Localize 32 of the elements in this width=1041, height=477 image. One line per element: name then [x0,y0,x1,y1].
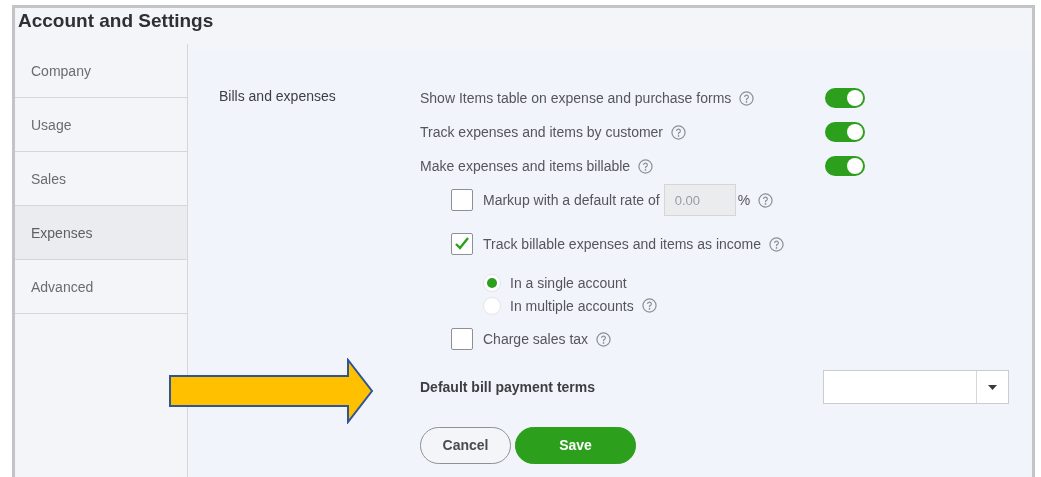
help-icon[interactable] [641,298,657,313]
help-icon[interactable] [769,236,785,252]
page-title: Account and Settings [18,10,215,33]
radio-label: In a single account [510,274,627,291]
toggle-switch[interactable] [825,122,865,142]
field-label: Default bill payment terms [420,379,596,395]
caret-icon [988,384,997,390]
help-icon[interactable] [671,124,687,140]
checkbox[interactable] [451,233,473,255]
checkbox-label: Markup with a default rate of [483,192,660,208]
checkbox[interactable] [451,328,473,350]
section-label: Bills and expenses [219,87,337,104]
setting-label: Make expenses and items billable [420,158,631,174]
toggle-switch[interactable] [825,156,865,176]
percent-sign: % [737,192,751,208]
save-button[interactable]: Save [515,426,636,464]
help-icon[interactable] [638,158,654,174]
checkbox-label: Track billable expenses and items as income [483,236,762,252]
radio-button[interactable] [483,296,501,315]
radio-label: In multiple accounts [510,297,634,314]
radio-button[interactable] [483,273,501,292]
checkbox[interactable] [451,189,473,211]
terms-dropdown[interactable] [823,370,1009,404]
checkbox-label: Charge sales tax [483,331,589,347]
help-icon[interactable] [596,331,612,347]
setting-label: Track expenses and items by customer [420,124,664,140]
help-icon[interactable] [739,90,755,106]
setting-label: Show Items table on expense and purchase forms [420,90,732,106]
help-icon[interactable] [758,192,774,208]
toggle-switch[interactable] [825,88,865,108]
sidebar-item[interactable]: Expenses [15,206,187,260]
cancel-button[interactable]: Cancel [420,426,511,464]
